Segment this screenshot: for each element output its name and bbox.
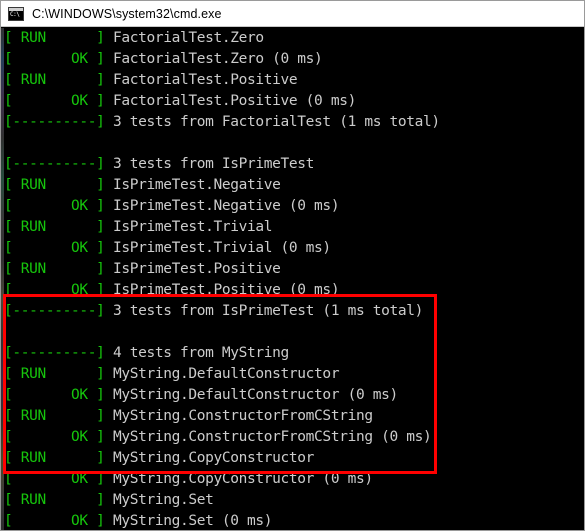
console-line: [----------] 3 tests from IsPrimeTest (1… xyxy=(4,301,584,322)
test-line-text: 3 tests from IsPrimeTest xyxy=(104,156,315,172)
test-status-tag: [ OK ] xyxy=(4,198,105,214)
test-line-text: MyString.CopyConstructor xyxy=(104,450,315,466)
test-status-tag: [ OK ] xyxy=(4,51,105,67)
test-status-tag: [ OK ] xyxy=(4,429,105,445)
console-line: [ OK ] MyString.CopyConstructor (0 ms) xyxy=(4,469,584,490)
test-status-tag: [ OK ] xyxy=(4,387,105,403)
titlebar[interactable]: C:\ C:\WINDOWS\system32\cmd.exe xyxy=(1,1,584,27)
test-status-tag: [ RUN ] xyxy=(4,261,105,277)
test-status-tag: [ OK ] xyxy=(4,282,105,298)
test-line-text: 3 tests from IsPrimeTest (1 ms total) xyxy=(104,303,423,319)
console-line: [ OK ] IsPrimeTest.Positive (0 ms) xyxy=(4,280,584,301)
test-line-text: IsPrimeTest.Positive (0 ms) xyxy=(104,282,340,298)
test-status-tag: [----------] xyxy=(4,156,105,172)
test-status-tag: [ OK ] xyxy=(4,240,105,256)
test-line-text: MyString.Set (0 ms) xyxy=(104,513,273,529)
console-line: [ RUN ] IsPrimeTest.Trivial xyxy=(4,217,584,238)
test-line-text: MyString.CopyConstructor (0 ms) xyxy=(104,471,373,487)
console-line: [ RUN ] FactorialTest.Zero xyxy=(4,28,584,49)
test-line-text: 3 tests from FactorialTest (1 ms total) xyxy=(104,114,440,130)
console-output-area[interactable]: [ RUN ] FactorialTest.Zero[ OK ] Factori… xyxy=(1,28,584,530)
test-status-tag: [ RUN ] xyxy=(4,450,105,466)
cmd-console-window: C:\ C:\WINDOWS\system32\cmd.exe [ RUN ] … xyxy=(0,0,585,531)
test-status-tag: [ RUN ] xyxy=(4,219,105,235)
window-title: C:\WINDOWS\system32\cmd.exe xyxy=(32,6,222,21)
test-line-text: MyString.ConstructorFromCString (0 ms) xyxy=(104,429,432,445)
test-status-tag: [ OK ] xyxy=(4,471,105,487)
console-line: [ OK ] MyString.ConstructorFromCString (… xyxy=(4,427,584,448)
test-status-tag: [ OK ] xyxy=(4,93,105,109)
test-status-tag: [----------] xyxy=(4,345,105,361)
console-line: [ RUN ] FactorialTest.Positive xyxy=(4,70,584,91)
test-status-tag: [ RUN ] xyxy=(4,408,105,424)
console-line: [----------] 4 tests from MyString xyxy=(4,343,584,364)
test-status-tag: [ RUN ] xyxy=(4,30,105,46)
test-line-text: MyString.ConstructorFromCString xyxy=(104,408,373,424)
console-line: [ OK ] MyString.Set (0 ms) xyxy=(4,511,584,530)
test-status-tag: [ RUN ] xyxy=(4,492,105,508)
console-line: [ RUN ] MyString.CopyConstructor xyxy=(4,448,584,469)
console-line: [ OK ] IsPrimeTest.Negative (0 ms) xyxy=(4,196,584,217)
test-line-text: FactorialTest.Zero xyxy=(104,30,264,46)
test-status-tag: [ RUN ] xyxy=(4,72,105,88)
test-status-tag: [----------] xyxy=(4,114,105,130)
test-line-text: 4 tests from MyString xyxy=(104,345,289,361)
vertical-scrollbar-sliver[interactable] xyxy=(1,28,4,530)
test-status-tag: [ RUN ] xyxy=(4,366,105,382)
console-lines: [ RUN ] FactorialTest.Zero[ OK ] Factori… xyxy=(4,28,584,530)
test-line-text: IsPrimeTest.Trivial xyxy=(104,219,273,235)
console-line: [ OK ] IsPrimeTest.Trivial (0 ms) xyxy=(4,238,584,259)
test-line-text: MyString.DefaultConstructor xyxy=(104,366,340,382)
test-line-text: MyString.DefaultConstructor (0 ms) xyxy=(104,387,398,403)
test-line-text: FactorialTest.Positive xyxy=(104,72,298,88)
test-line-text: IsPrimeTest.Trivial (0 ms) xyxy=(104,240,331,256)
console-line: [----------] 3 tests from FactorialTest … xyxy=(4,112,584,133)
icon-prompt-glyph: C:\ xyxy=(10,10,20,18)
test-line-text: IsPrimeTest.Negative (0 ms) xyxy=(104,198,340,214)
test-status-tag: [ RUN ] xyxy=(4,177,105,193)
test-line-text: IsPrimeTest.Positive xyxy=(104,261,281,277)
console-line: [ RUN ] MyString.ConstructorFromCString xyxy=(4,406,584,427)
test-line-text: FactorialTest.Zero (0 ms) xyxy=(104,51,323,67)
console-line: [ RUN ] IsPrimeTest.Positive xyxy=(4,259,584,280)
test-line-text: IsPrimeTest.Negative xyxy=(104,177,281,193)
console-line: [ OK ] MyString.DefaultConstructor (0 ms… xyxy=(4,385,584,406)
console-line: [ RUN ] IsPrimeTest.Negative xyxy=(4,175,584,196)
console-line: [ OK ] FactorialTest.Zero (0 ms) xyxy=(4,49,584,70)
test-status-tag: [ OK ] xyxy=(4,513,105,529)
test-line-text: FactorialTest.Positive (0 ms) xyxy=(104,93,356,109)
console-line: [ RUN ] MyString.Set xyxy=(4,490,584,511)
test-line-text: MyString.Set xyxy=(104,492,214,508)
test-status-tag: [----------] xyxy=(4,303,105,319)
console-line: [ RUN ] MyString.DefaultConstructor xyxy=(4,364,584,385)
console-line: [----------] 3 tests from IsPrimeTest xyxy=(4,154,584,175)
cmd-console-icon: C:\ xyxy=(8,6,24,21)
console-line: [ OK ] FactorialTest.Positive (0 ms) xyxy=(4,91,584,112)
